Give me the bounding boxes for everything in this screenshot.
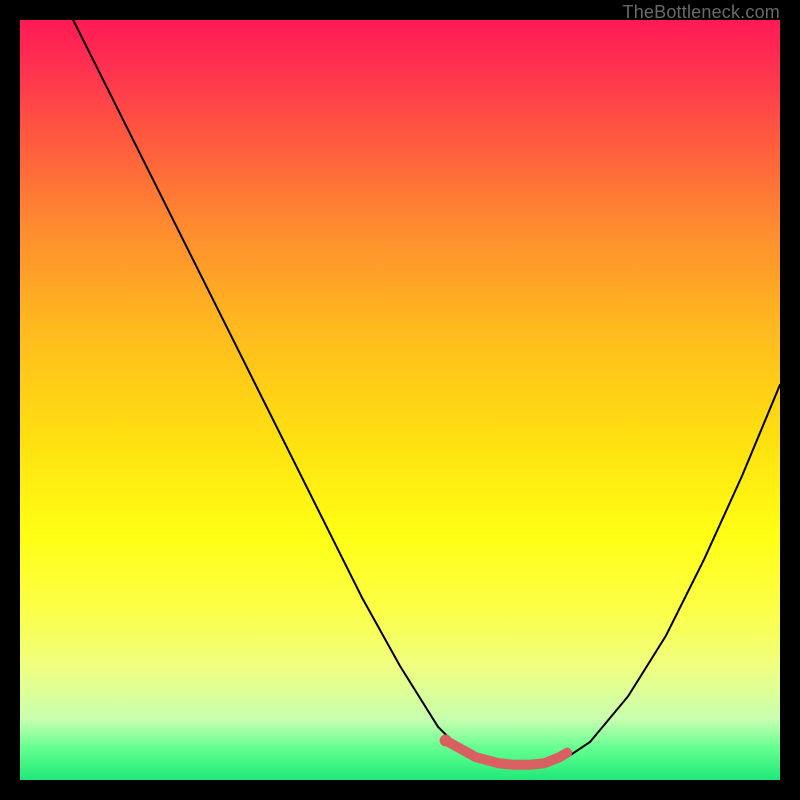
bottleneck-curve — [73, 20, 780, 765]
optimal-range-marker — [446, 740, 568, 764]
curve-svg — [20, 20, 780, 780]
optimal-start-dot — [440, 734, 452, 746]
plot-area — [20, 20, 780, 780]
bottleneck-chart: TheBottleneck.com — [0, 0, 800, 800]
watermark-text: TheBottleneck.com — [623, 2, 780, 23]
